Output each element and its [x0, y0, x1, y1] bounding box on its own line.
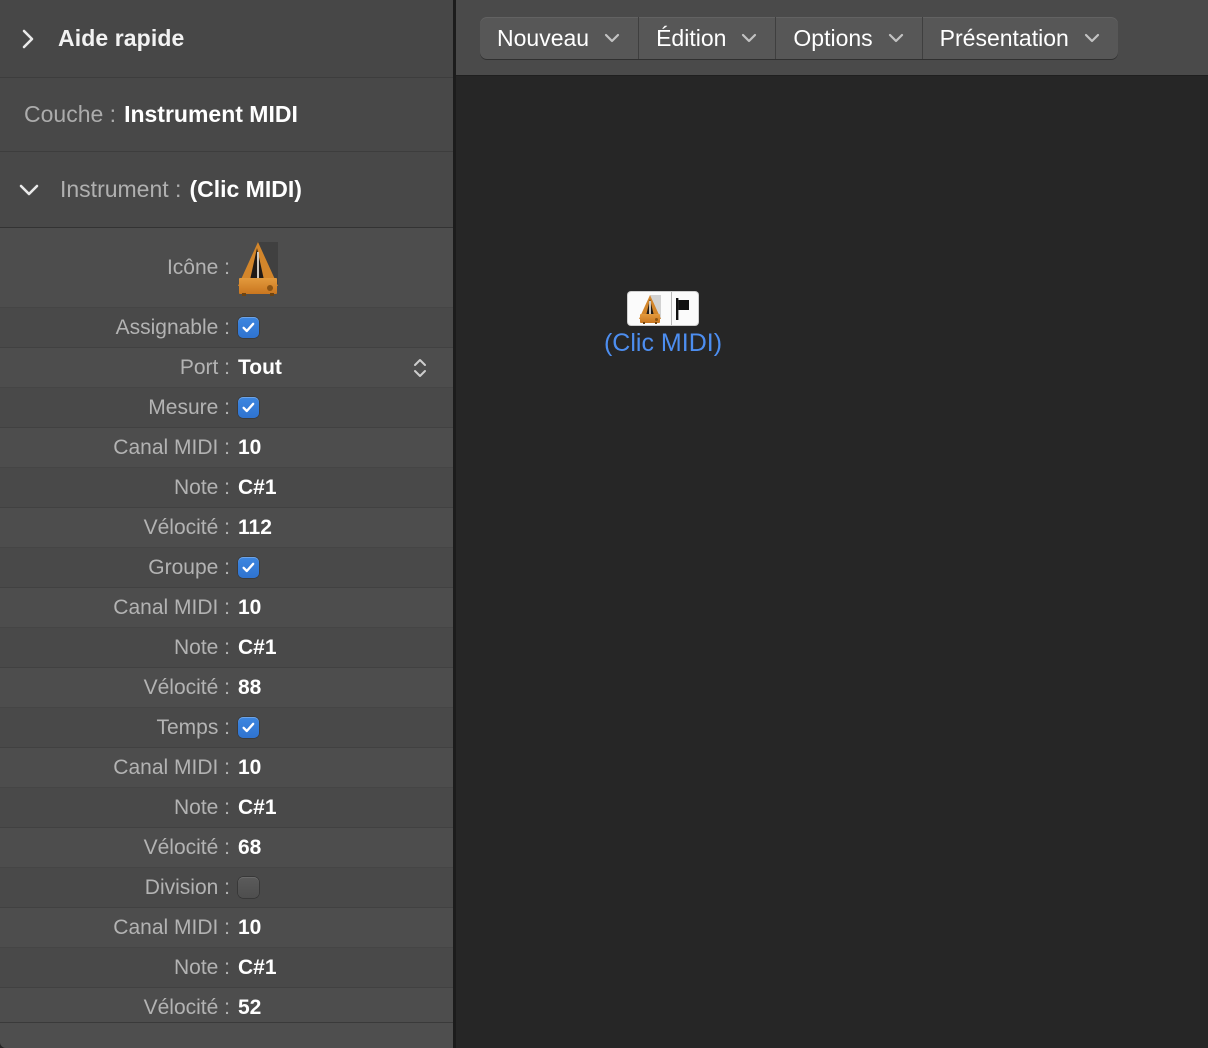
quick-help-label: Aide rapide — [58, 25, 185, 51]
parameter-label: Mesure : — [148, 395, 230, 419]
checkbox[interactable] — [238, 717, 259, 738]
checkbox-unchecked-icon[interactable] — [238, 877, 259, 898]
note-row-4: Note : C#1 — [0, 948, 453, 988]
canal-midi-row-4: Canal MIDI : 10 — [0, 908, 453, 948]
chevron-down-icon — [740, 32, 758, 44]
layer-label: Couche : — [24, 101, 117, 127]
parameter-label: Note : — [173, 795, 230, 819]
checkbox-checked-icon[interactable] — [238, 397, 259, 418]
menu-button-label: Nouveau — [497, 24, 590, 51]
parameter-label: Canal MIDI : — [113, 595, 230, 619]
metronome-icon[interactable] — [238, 240, 278, 296]
canal-midi-row-3: Canal MIDI : 10 — [0, 748, 453, 788]
velocite-row-1: Vélocité : 112 — [0, 508, 453, 548]
parameter-label: Vélocité : — [143, 995, 230, 1019]
parameter-label: Canal MIDI : — [113, 915, 230, 939]
division-row[interactable]: Division : — [0, 868, 453, 908]
velocite-row-2: Vélocité : 88 — [0, 668, 453, 708]
chevron-down-icon — [887, 32, 905, 44]
parameter-value: 52 — [238, 995, 262, 1019]
parameter-value: C#1 — [238, 475, 277, 499]
quick-help-header[interactable]: Aide rapide — [0, 0, 453, 78]
checkbox-checked-icon[interactable] — [238, 717, 259, 738]
checkbox[interactable] — [238, 877, 259, 898]
midi-environment-window: Aide rapide Couche : Instrument MIDI Ins… — [0, 0, 1208, 1048]
parameter-value: 10 — [238, 755, 262, 779]
groupe-row[interactable]: Groupe : — [0, 548, 453, 588]
parameter-label: Vélocité : — [143, 835, 230, 859]
parameter-value[interactable]: Tout — [238, 356, 282, 380]
velocite-row-3: Vélocité : 68 — [0, 828, 453, 868]
checkbox[interactable] — [238, 317, 259, 338]
instrument-section-value: (Clic MIDI) — [189, 176, 302, 202]
assignable-row[interactable]: Assignable : — [0, 308, 453, 348]
environment-canvas-pane: Nouveau Édition Options Présentation (Cl… — [456, 0, 1208, 1048]
parameter-value: 88 — [238, 675, 262, 699]
chevron-down-icon — [1083, 32, 1101, 44]
port-row[interactable]: Port : Tout — [0, 348, 453, 388]
temps-row[interactable]: Temps : — [0, 708, 453, 748]
note-row-2: Note : C#1 — [0, 628, 453, 668]
midi-output-flag-icon[interactable] — [672, 292, 698, 325]
canal-midi-row-1: Canal MIDI : 10 — [0, 428, 453, 468]
parameter-value: 10 — [238, 915, 262, 939]
parameter-label: Icône : — [166, 255, 230, 279]
parameter-label: Note : — [173, 955, 230, 979]
parameter-value: 10 — [238, 595, 262, 619]
parameter-label: Canal MIDI : — [113, 755, 230, 779]
chevron-up-down-icon[interactable] — [409, 353, 431, 383]
icon-row[interactable]: Icône : — [0, 228, 453, 308]
instrument-section-label: Instrument : — [60, 176, 182, 202]
mesure-row[interactable]: Mesure : — [0, 388, 453, 428]
environment-canvas[interactable]: (Clic MIDI) — [456, 76, 1208, 1048]
note-row-1: Note : C#1 — [0, 468, 453, 508]
canal-midi-row-2: Canal MIDI : 10 — [0, 588, 453, 628]
chevron-down-icon[interactable] — [16, 177, 42, 203]
menu-options[interactable]: Options — [776, 17, 923, 59]
layer-row: Couche : Instrument MIDI — [0, 78, 453, 152]
parameter-label: Canal MIDI : — [113, 435, 230, 459]
parameter-value: 68 — [238, 835, 262, 859]
menu-segmented-control: Nouveau Édition Options Présentation — [480, 17, 1118, 59]
parameter-label: Vélocité : — [143, 675, 230, 699]
parameter-value: C#1 — [238, 795, 277, 819]
note-row-3: Note : C#1 — [0, 788, 453, 828]
checkbox[interactable] — [238, 397, 259, 418]
menu-edition[interactable]: Édition — [639, 17, 777, 59]
parameter-value: 10 — [238, 435, 262, 459]
parameter-value: 112 — [238, 515, 272, 539]
chevron-right-icon[interactable] — [16, 26, 42, 52]
layer-value[interactable]: Instrument MIDI — [124, 101, 298, 128]
checkbox-checked-icon[interactable] — [238, 317, 259, 338]
parameter-label: Vélocité : — [143, 515, 230, 539]
parameter-label: Note : — [173, 635, 230, 659]
metronome-icon — [628, 292, 672, 325]
object-label: (Clic MIDI) — [603, 329, 723, 357]
parameter-label: Note : — [173, 475, 230, 499]
parameter-label: Temps : — [156, 715, 230, 739]
object-box[interactable] — [628, 292, 698, 325]
parameter-list: Icône : Assignable : Port : Tout Mesure : Can… — [0, 228, 453, 1028]
menu-nouveau[interactable]: Nouveau — [480, 17, 640, 59]
instrument-section-header[interactable]: Instrument : (Clic MIDI) — [0, 152, 453, 228]
parameter-value: C#1 — [238, 955, 277, 979]
parameter-label: Port : — [179, 355, 230, 379]
parameter-label: Groupe : — [148, 555, 230, 579]
menu-presentation[interactable]: Présentation — [923, 17, 1118, 59]
environment-object-clic-midi[interactable]: (Clic MIDI) — [583, 292, 743, 358]
menu-button-label: Options — [793, 24, 873, 51]
parameter-label: Assignable : — [115, 315, 230, 339]
inspector-sidebar: Aide rapide Couche : Instrument MIDI Ins… — [0, 0, 456, 1048]
sidebar-bottom-strip — [0, 1022, 453, 1048]
environment-toolbar: Nouveau Édition Options Présentation — [456, 0, 1208, 76]
parameter-label: Division : — [144, 875, 230, 899]
chevron-down-icon — [603, 32, 621, 44]
menu-button-label: Édition — [656, 24, 727, 51]
checkbox[interactable] — [238, 557, 259, 578]
checkbox-checked-icon[interactable] — [238, 557, 259, 578]
menu-button-label: Présentation — [939, 24, 1069, 51]
parameter-value: C#1 — [238, 635, 277, 659]
